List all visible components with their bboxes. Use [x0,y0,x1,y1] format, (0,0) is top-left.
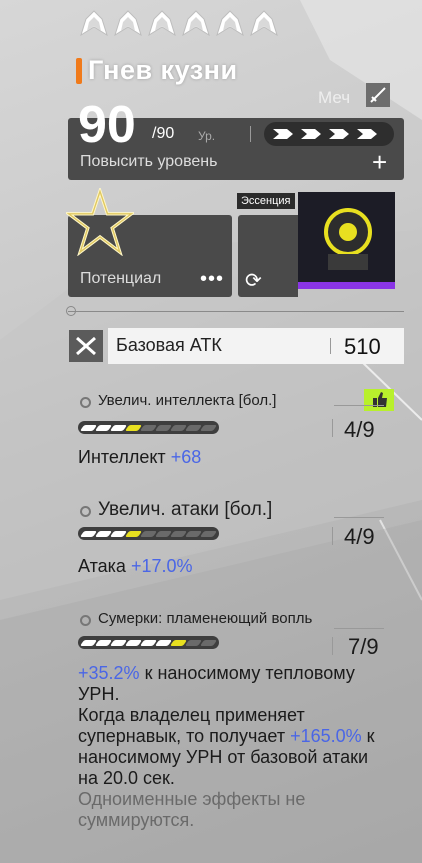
desc-value-1: +35.2% [78,663,140,683]
rarity-star-icon [80,10,108,36]
level-separator [250,126,251,142]
skill-pip-empty [199,639,218,646]
sword-icon [366,83,390,107]
skill-1-name: Увелич. интеллекта [бол.] [98,392,277,409]
section-divider [68,311,404,312]
skill-1-pips [78,421,219,434]
skill-1-stat: Интеллект +68 [78,447,201,468]
skill-bullet-icon [80,615,91,626]
weapon-type-label: Меч [318,88,351,107]
skill-3-separator [332,637,333,655]
essence-label: Эссенция [237,193,295,209]
rarity-stars [80,10,278,36]
rarity-star-icon [182,10,210,36]
weapon-name: Гнев кузни [88,55,238,85]
skill-3-description: +35.2% к наносимому тепловому УРН. Когда… [78,663,378,831]
desc-text-2: Когда владелец применяет супернавык, то … [78,705,305,746]
skill-3-rule [334,628,384,629]
skill-2-name: Увелич. атаки [бол.] [98,499,273,520]
base-atk-label: Базовая АТК [116,335,222,355]
base-atk-value: 510 [344,334,381,359]
skill-bullet-icon [80,506,91,517]
skill-2-pips [78,527,219,540]
skill-1-level: 4/9 [344,417,375,442]
skill-2-rule [334,517,384,518]
skill-1-separator [332,419,333,437]
base-atk-separator [330,338,331,354]
skill-2-stat-value: +17.0% [130,556,193,576]
level-unit: Ур. [198,129,216,143]
thumbs-up-icon [364,389,394,411]
weapon-title-row: Гнев кузни [76,55,238,86]
essence-item-icon [298,192,395,288]
skill-pip-empty [199,424,218,431]
skill-1-stat-label: Интеллект [78,447,166,467]
skill-2-separator [332,527,333,545]
title-accent-bar [76,57,82,84]
potential-label: Потенциал [80,270,162,287]
essence-rarity-bar [298,282,395,289]
skill-3-name: Сумерки: пламенеющий вопль [98,610,313,627]
rarity-star-icon [250,10,278,36]
skill-2-stat: Атака +17.0% [78,556,193,577]
skill-3-pips [78,636,219,649]
upgrade-plus-button[interactable]: + [372,149,387,175]
upgrade-level-label: Повысить уровень [80,153,218,170]
rarity-star-icon [114,10,142,36]
desc-note: Одноименные эффекты не суммируются. [78,789,306,830]
level-max: /90 [152,125,175,142]
skill-1-rule [334,405,384,406]
crossed-swords-icon [69,330,103,362]
rarity-star-icon [148,10,176,36]
rarity-star-icon [216,10,244,36]
skill-1-stat-value: +68 [170,447,202,467]
breakthrough-indicator [264,122,394,146]
potential-star-icon [66,188,134,256]
more-options-button[interactable]: ••• [200,268,224,291]
breakthrough-chevrons-icon [273,129,377,139]
skill-pip-empty [199,530,218,537]
level-value: 90 [78,96,136,154]
skill-bullet-icon [80,397,91,408]
skill-2-stat-label: Атака [78,556,126,576]
skill-3-level: 7/9 [348,634,379,659]
desc-value-2: +165.0% [290,726,362,746]
refresh-icon[interactable]: ⟳ [245,268,262,293]
skill-2-level: 4/9 [344,524,375,549]
